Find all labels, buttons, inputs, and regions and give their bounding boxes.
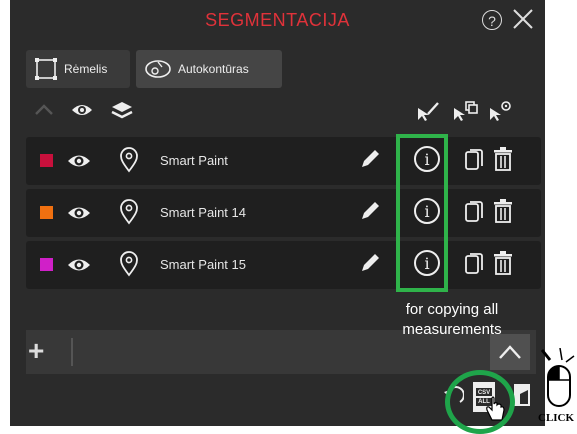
help-icon[interactable]: ? bbox=[482, 10, 502, 30]
copy-icon[interactable] bbox=[464, 252, 484, 276]
segment-name: Smart Paint 14 bbox=[160, 205, 246, 220]
trash-icon[interactable] bbox=[492, 198, 514, 224]
location-pin-icon[interactable] bbox=[118, 199, 140, 225]
pencil-icon[interactable] bbox=[358, 251, 382, 275]
location-pin-icon[interactable] bbox=[118, 251, 140, 277]
tab-remelis[interactable]: Rėmelis bbox=[26, 50, 130, 88]
select-copy-icon[interactable] bbox=[452, 100, 478, 122]
eye-icon[interactable] bbox=[70, 100, 94, 120]
copy-icon[interactable] bbox=[464, 200, 484, 224]
segment-row[interactable]: Smart Paint 15 i bbox=[26, 241, 541, 289]
close-icon[interactable] bbox=[510, 6, 536, 32]
tab-autokonturas[interactable]: Autokontūras bbox=[136, 50, 282, 88]
panel-title: SEGMENTACIJA bbox=[205, 10, 350, 30]
color-swatch[interactable] bbox=[40, 206, 53, 219]
tab-label: Rėmelis bbox=[64, 62, 108, 76]
eye-icon[interactable] bbox=[66, 150, 92, 172]
color-swatch[interactable] bbox=[40, 258, 53, 271]
info-highlight-box bbox=[396, 134, 448, 292]
color-swatch[interactable] bbox=[40, 154, 53, 167]
trash-icon[interactable] bbox=[492, 146, 514, 172]
segment-row[interactable]: Smart Paint i bbox=[26, 137, 541, 185]
tab-label: Autokontūras bbox=[178, 62, 249, 76]
add-button[interactable]: + bbox=[28, 337, 44, 365]
select-pin-icon[interactable] bbox=[488, 100, 512, 122]
mouse-click-icon bbox=[540, 348, 575, 407]
click-label: CLICK bbox=[538, 412, 575, 424]
frame-icon bbox=[35, 58, 57, 80]
pencil-icon[interactable] bbox=[358, 199, 382, 223]
eye-icon[interactable] bbox=[66, 254, 92, 276]
segmentation-panel: SEGMENTACIJA ? Rėmelis Autokontūras Smar… bbox=[10, 0, 545, 426]
collapse-up-icon[interactable] bbox=[32, 100, 56, 120]
trash-icon[interactable] bbox=[492, 250, 514, 276]
segment-name: Smart Paint bbox=[160, 153, 228, 168]
copy-icon[interactable] bbox=[464, 148, 484, 172]
eye-icon[interactable] bbox=[66, 202, 92, 224]
segment-name: Smart Paint 15 bbox=[160, 257, 246, 272]
add-divider bbox=[71, 338, 73, 366]
location-pin-icon[interactable] bbox=[118, 147, 140, 173]
pencil-icon[interactable] bbox=[358, 147, 382, 171]
autocontour-icon bbox=[145, 60, 171, 78]
annotation-text: for copying all measurements bbox=[402, 301, 502, 338]
segment-row[interactable]: Smart Paint 14 i bbox=[26, 189, 541, 237]
csv-highlight-circle bbox=[445, 370, 515, 434]
select-draw-icon[interactable] bbox=[416, 100, 440, 122]
layers-icon[interactable] bbox=[110, 100, 134, 122]
